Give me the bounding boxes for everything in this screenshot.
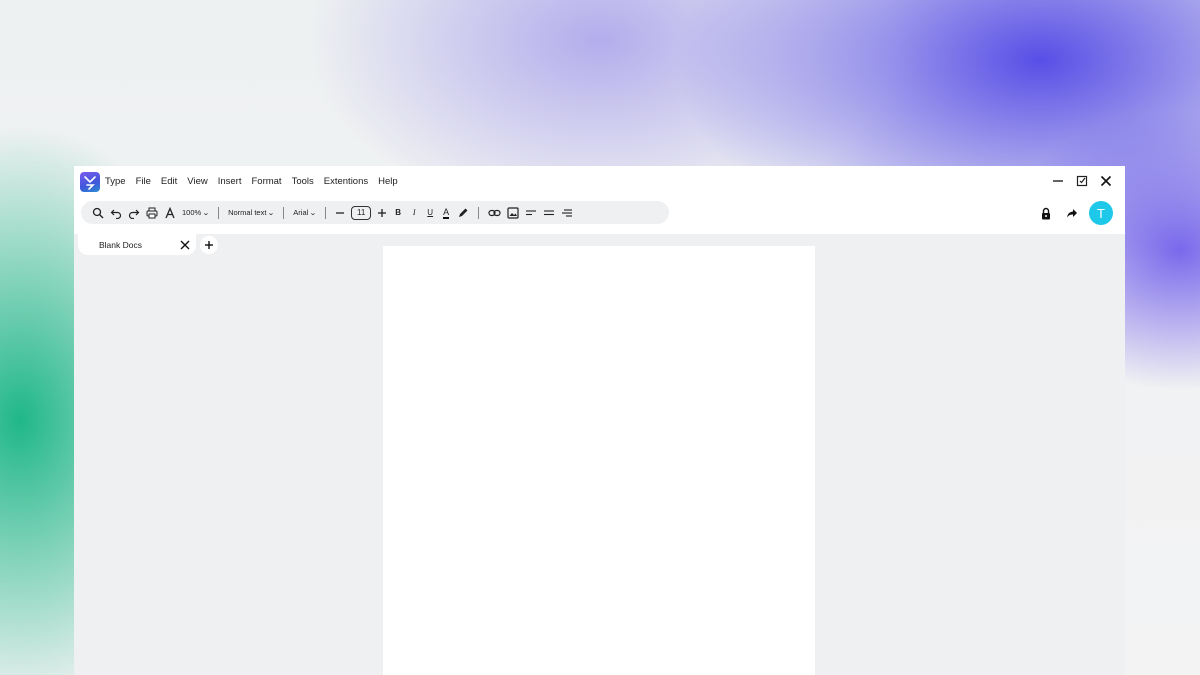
- chevron-down-icon: ⌄: [267, 209, 276, 217]
- menu-insert[interactable]: Insert: [218, 175, 242, 189]
- title-bar: Type File Edit View Insert Format Tools …: [74, 166, 1125, 234]
- add-tab-button[interactable]: [200, 236, 218, 254]
- font-size-input[interactable]: 11: [351, 205, 372, 220]
- window-controls: [1049, 172, 1115, 190]
- paragraph-style-dropdown[interactable]: Normal text ⌄: [225, 201, 277, 224]
- menu-format[interactable]: Format: [251, 175, 281, 189]
- toolbar-divider: [283, 206, 285, 219]
- menu-type[interactable]: Type: [105, 175, 126, 189]
- app-logo-icon[interactable]: [80, 172, 100, 192]
- chevron-down-icon: ⌄: [202, 209, 210, 217]
- menu-file[interactable]: File: [136, 175, 151, 189]
- bold-button[interactable]: B: [390, 201, 406, 224]
- menu-extentions[interactable]: Extentions: [324, 175, 368, 189]
- avatar[interactable]: T: [1089, 201, 1113, 225]
- text-color-label: A: [443, 206, 450, 219]
- minimize-icon[interactable]: [1049, 172, 1067, 190]
- align-right-icon[interactable]: [558, 201, 576, 224]
- toolbar-divider: [478, 206, 480, 219]
- document-page[interactable]: [383, 246, 815, 675]
- menu-edit[interactable]: Edit: [161, 175, 177, 189]
- print-icon[interactable]: [143, 201, 161, 224]
- formatting-toolbar: 100% ⌄ Normal text ⌄ Arial ⌄ 11 B I U A: [81, 201, 669, 224]
- share-arrow-icon[interactable]: [1063, 202, 1081, 225]
- chevron-down-icon: ⌄: [309, 209, 318, 217]
- menu-bar: Type File Edit View Insert Format Tools …: [105, 175, 408, 189]
- toolbar-divider: [325, 206, 327, 219]
- increase-font-size-button[interactable]: [374, 201, 390, 224]
- italic-button[interactable]: I: [406, 201, 422, 224]
- lock-icon[interactable]: [1037, 202, 1055, 225]
- link-icon[interactable]: [485, 201, 504, 224]
- text-color-button[interactable]: A: [438, 201, 454, 224]
- close-icon[interactable]: [178, 238, 192, 252]
- menu-help[interactable]: Help: [378, 175, 398, 189]
- paragraph-style-value: Normal text: [228, 208, 267, 217]
- header-actions: T: [1037, 201, 1113, 225]
- image-icon[interactable]: [504, 201, 522, 224]
- font-family-value: Arial: [293, 208, 309, 217]
- align-center-icon[interactable]: [540, 201, 558, 224]
- menu-tools[interactable]: Tools: [292, 175, 314, 189]
- maximize-icon[interactable]: [1073, 172, 1091, 190]
- redo-icon[interactable]: [125, 201, 143, 224]
- undo-icon[interactable]: [107, 201, 125, 224]
- spellcheck-icon[interactable]: [161, 201, 179, 224]
- editor-window: Type File Edit View Insert Format Tools …: [74, 166, 1125, 675]
- align-left-icon[interactable]: [522, 201, 540, 224]
- search-icon[interactable]: [89, 201, 107, 224]
- pen-icon[interactable]: [454, 201, 472, 224]
- toolbar-divider: [218, 206, 220, 219]
- tab-blank-docs[interactable]: Blank Docs: [78, 234, 196, 255]
- underline-button[interactable]: U: [422, 201, 438, 224]
- font-size-field-wrap: 11: [348, 201, 374, 224]
- decrease-font-size-button[interactable]: [332, 201, 348, 224]
- close-icon[interactable]: [1097, 172, 1115, 190]
- menu-view[interactable]: View: [187, 175, 207, 189]
- font-family-dropdown[interactable]: Arial ⌄: [290, 201, 319, 224]
- zoom-dropdown[interactable]: 100% ⌄: [179, 201, 212, 224]
- tab-label: Blank Docs: [99, 239, 142, 250]
- zoom-value: 100%: [182, 208, 202, 217]
